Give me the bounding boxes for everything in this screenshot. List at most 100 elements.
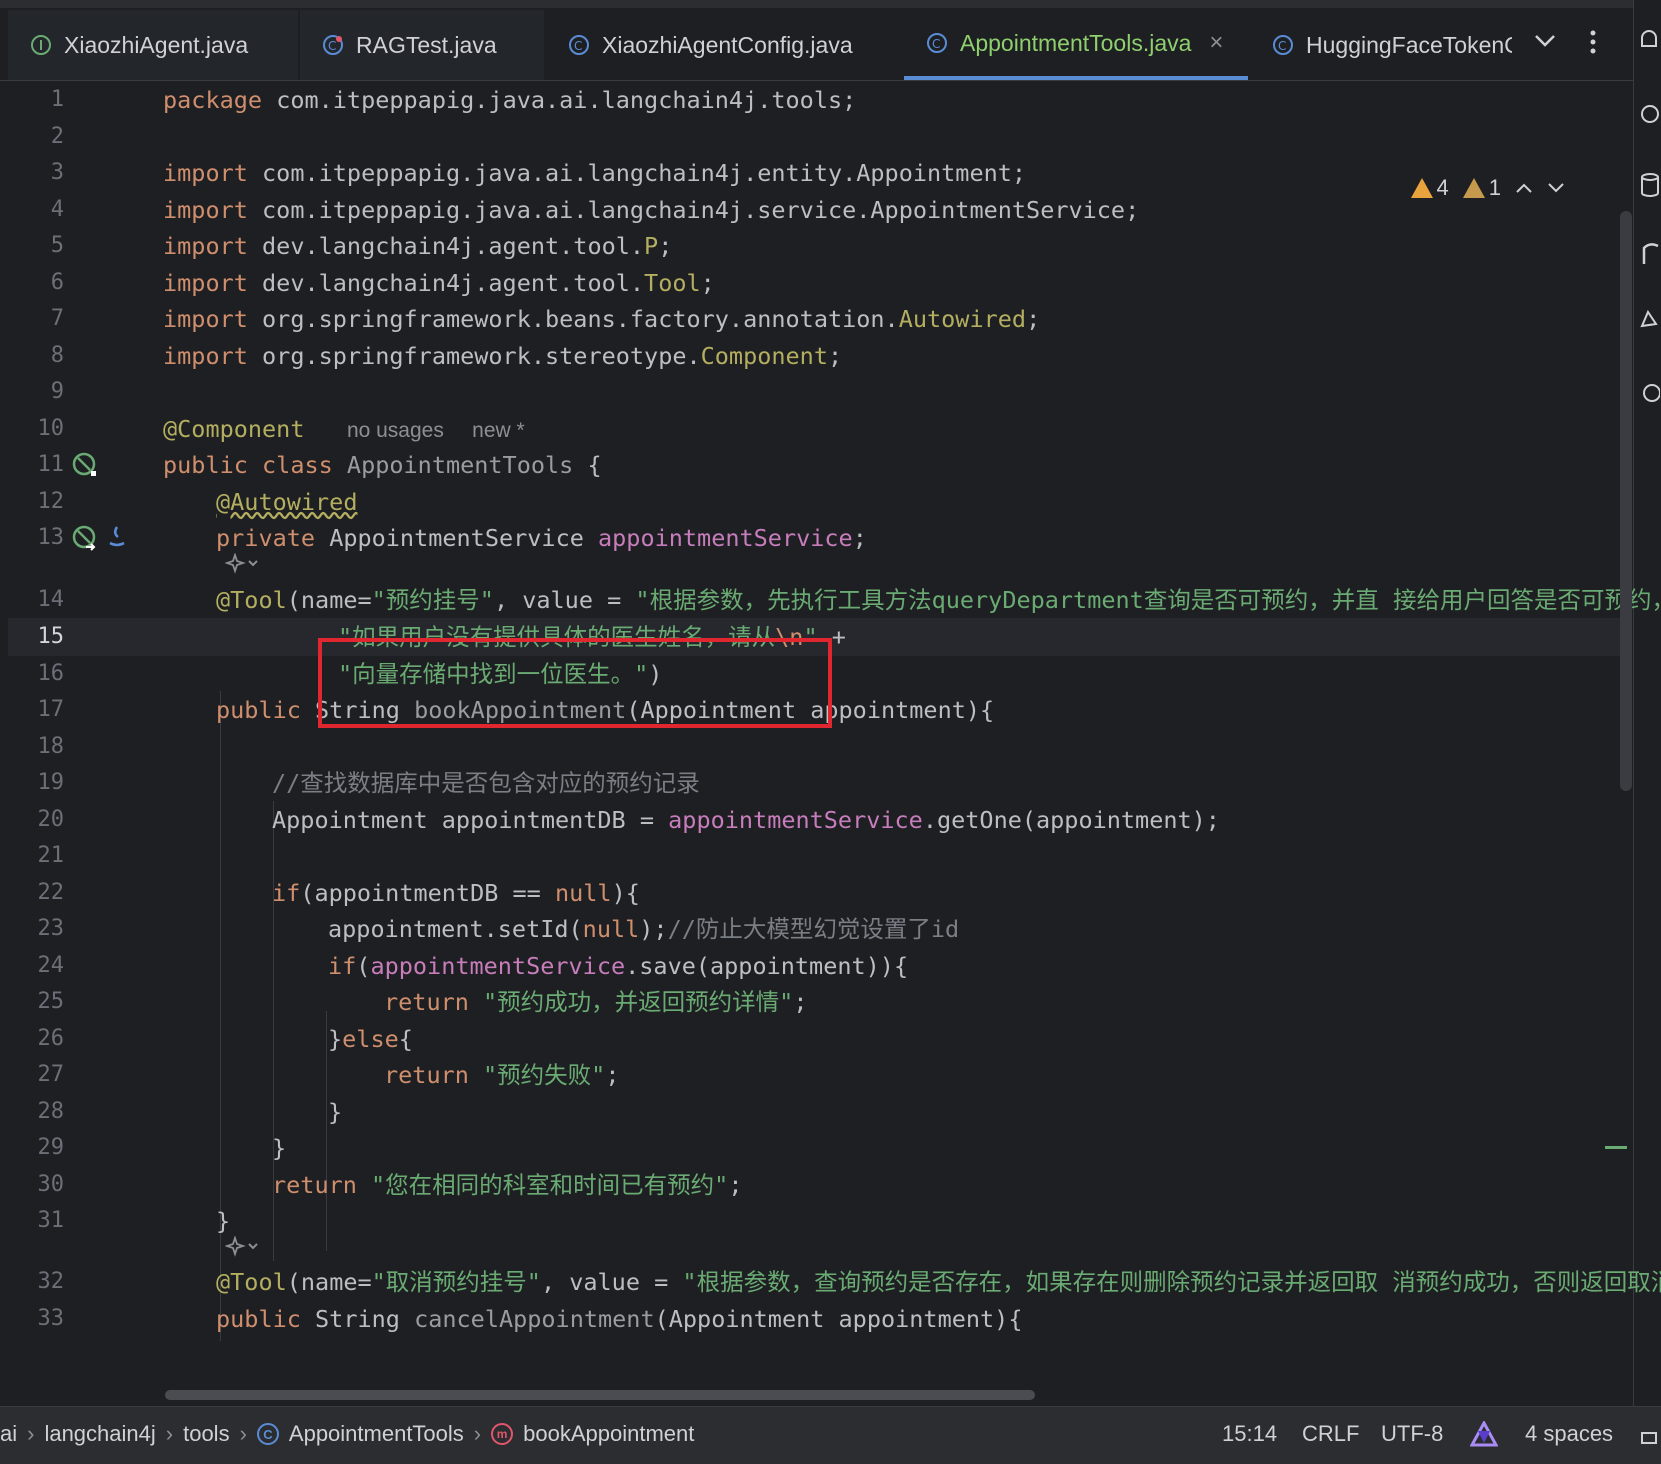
line-number: 32: [37, 1269, 65, 1294]
breadcrumb-item[interactable]: ai: [0, 1421, 17, 1447]
gradle-icon[interactable]: [1638, 306, 1660, 332]
code-line[interactable]: 9: [8, 373, 1621, 411]
code-text: }: [328, 1093, 342, 1131]
code-text: //查找数据库中是否包含对应的预约记录: [272, 764, 700, 802]
tab-xiaozhiagent[interactable]: XiaozhiAgent.java: [8, 10, 298, 80]
line-number: 26: [37, 1025, 65, 1051]
svg-text:C: C: [1278, 39, 1286, 53]
code-line[interactable]: 8 import org.springframework.stereotype.…: [8, 337, 1621, 375]
class-token: P: [644, 232, 659, 260]
more-options-icon[interactable]: [1590, 30, 1596, 54]
tab-ragtest[interactable]: C RAGTest.java: [300, 10, 544, 80]
chevron-down-icon[interactable]: [1534, 34, 1556, 48]
code-token: }: [216, 1207, 231, 1235]
line-number: 13: [37, 525, 65, 550]
code-line[interactable]: 20 Appointment appointmentDB = appointme…: [8, 801, 1621, 839]
code-line[interactable]: 1 package com.itpeppapig.java.ai.langcha…: [8, 81, 1621, 119]
code-line[interactable]: 32 @Tool(name="取消预约挂号", value = "根据参数，查询…: [8, 1263, 1661, 1301]
code-line[interactable]: 2: [8, 118, 1621, 156]
code-line[interactable]: 18: [8, 728, 1621, 766]
line-number: 2: [50, 123, 64, 149]
code-line[interactable]: 6 import dev.langchain4j.agent.tool.Tool…: [8, 264, 1621, 302]
notifications-icon[interactable]: [1638, 28, 1660, 52]
keyword: package: [163, 86, 263, 114]
tab-appointmenttools[interactable]: C AppointmentTools.java ×: [904, 10, 1248, 80]
change-marker: [1605, 1146, 1627, 1149]
tab-huggingfacetoken[interactable]: C HuggingFaceTokenC: [1250, 10, 1512, 80]
code-token: ;: [700, 268, 715, 297]
breadcrumb-item[interactable]: langchain4j: [44, 1421, 155, 1447]
code-token: (: [356, 951, 371, 980]
code-text: @Tool(name="取消预约挂号", value = "根据参数，查询预约是…: [216, 1263, 1661, 1301]
code-line[interactable]: 25 return "预约成功，并返回预约详情";: [8, 983, 1621, 1021]
code-line[interactable]: 11 public class AppointmentTools {: [8, 446, 1621, 484]
caret-position[interactable]: 15:14: [1222, 1421, 1277, 1447]
code-line[interactable]: 19 //查找数据库中是否包含对应的预约记录: [8, 764, 1621, 802]
code-line[interactable]: 4 import com.itpeppapig.java.ai.langchai…: [8, 191, 1621, 229]
code-line[interactable]: 22 if(appointmentDB == null){: [8, 874, 1621, 912]
breadcrumb-item[interactable]: bookAppointment: [523, 1421, 694, 1447]
code-line[interactable]: 23 appointment.setId(null);//防止大模型幻觉设置了i…: [8, 910, 1621, 948]
vertical-scrollbar[interactable]: [1620, 211, 1632, 791]
code-text: }: [272, 1129, 286, 1167]
code-line[interactable]: 33 public String cancelAppointment(Appoi…: [8, 1300, 1621, 1338]
usages-hint[interactable]: no usages: [347, 419, 444, 442]
line-number: 17: [37, 697, 65, 722]
code-line[interactable]: 12 @Autowired: [8, 483, 1621, 521]
breadcrumb-item[interactable]: AppointmentTools: [289, 1421, 464, 1447]
code-line[interactable]: 10 @Component no usages new *: [8, 410, 1621, 448]
ai-sparkle-icon[interactable]: [224, 1235, 259, 1258]
ai-inlay[interactable]: [224, 1235, 259, 1263]
vcs-author-hint[interactable]: new *: [472, 419, 525, 442]
code-line[interactable]: 5 import dev.langchain4j.agent.tool.P;: [8, 227, 1621, 265]
tab-xiaozhiagentconfig[interactable]: C XiaozhiAgentConfig.java: [546, 10, 902, 80]
lock-icon[interactable]: [1640, 1425, 1658, 1445]
java-icon[interactable]: [104, 523, 130, 549]
ai-sparkle-icon[interactable]: [224, 552, 259, 575]
code-token: com.itpeppapig.java.ai.langchain4j.entit…: [247, 159, 1027, 187]
autowired-bean-icon[interactable]: [72, 525, 98, 551]
comment: //查找数据库中是否包含对应的预约记录: [272, 769, 700, 797]
line-number: 24: [37, 952, 65, 978]
code-line[interactable]: 31 }: [8, 1202, 1621, 1240]
window-top-strip: [0, 0, 1661, 8]
close-tab-icon[interactable]: ×: [1209, 29, 1223, 57]
code-line[interactable]: 7 import org.springframework.beans.facto…: [8, 300, 1621, 338]
code-line[interactable]: 27 return "预约失败";: [8, 1056, 1621, 1094]
code-line[interactable]: 29 }: [8, 1129, 1621, 1167]
code-line[interactable]: 24 if(appointmentService.save(appointmen…: [8, 947, 1621, 985]
code-editor[interactable]: 4 1 1 package com.itpeppapig.java.ai.lan…: [8, 81, 1661, 1406]
code-text: public class AppointmentTools {: [163, 446, 602, 484]
database-icon[interactable]: [1638, 172, 1660, 198]
keyword: return: [272, 1170, 357, 1199]
annotation: @Tool: [216, 1268, 287, 1296]
code-line[interactable]: 26 }else{: [8, 1020, 1621, 1058]
line-separator[interactable]: CRLF: [1302, 1421, 1359, 1447]
ai-inlay[interactable]: [224, 552, 259, 580]
code-line[interactable]: 28 }: [8, 1093, 1621, 1131]
code-text: @Autowired: [216, 483, 357, 521]
code-text: Appointment appointmentDB = appointmentS…: [272, 801, 1220, 839]
keyword: null: [554, 878, 612, 907]
code-token: }: [328, 1097, 343, 1126]
code-line[interactable]: 3 import com.itpeppapig.java.ai.langchai…: [8, 154, 1621, 192]
indent-setting[interactable]: 4 spaces: [1525, 1421, 1613, 1447]
maven-icon[interactable]: [1638, 240, 1660, 266]
file-encoding[interactable]: UTF-8: [1381, 1421, 1443, 1447]
code-line[interactable]: 30 return "您在相同的科室和时间已有预约";: [8, 1166, 1621, 1204]
code-line[interactable]: 14 @Tool(name="预约挂号", value = "根据参数，先执行工…: [8, 581, 1661, 619]
code-token: ){: [611, 878, 640, 907]
field: appointmentService: [370, 951, 626, 980]
code-line[interactable]: 21: [8, 837, 1621, 875]
string-literal: queryDepartment: [931, 586, 1144, 614]
copilot-icon[interactable]: [1638, 380, 1660, 406]
ai-assistant-icon[interactable]: [1638, 102, 1660, 126]
keyword: return: [384, 988, 469, 1016]
code-line[interactable]: 13 private AppointmentService appointmen…: [8, 519, 1621, 557]
horizontal-scrollbar[interactable]: [165, 1390, 1035, 1400]
ai-assistant-status-icon[interactable]: [1470, 1421, 1498, 1449]
code-text: import dev.langchain4j.agent.tool.Tool;: [163, 264, 715, 302]
line-number: 14: [37, 587, 65, 612]
spring-bean-icon[interactable]: [72, 452, 98, 478]
breadcrumb-item[interactable]: tools: [183, 1421, 229, 1447]
